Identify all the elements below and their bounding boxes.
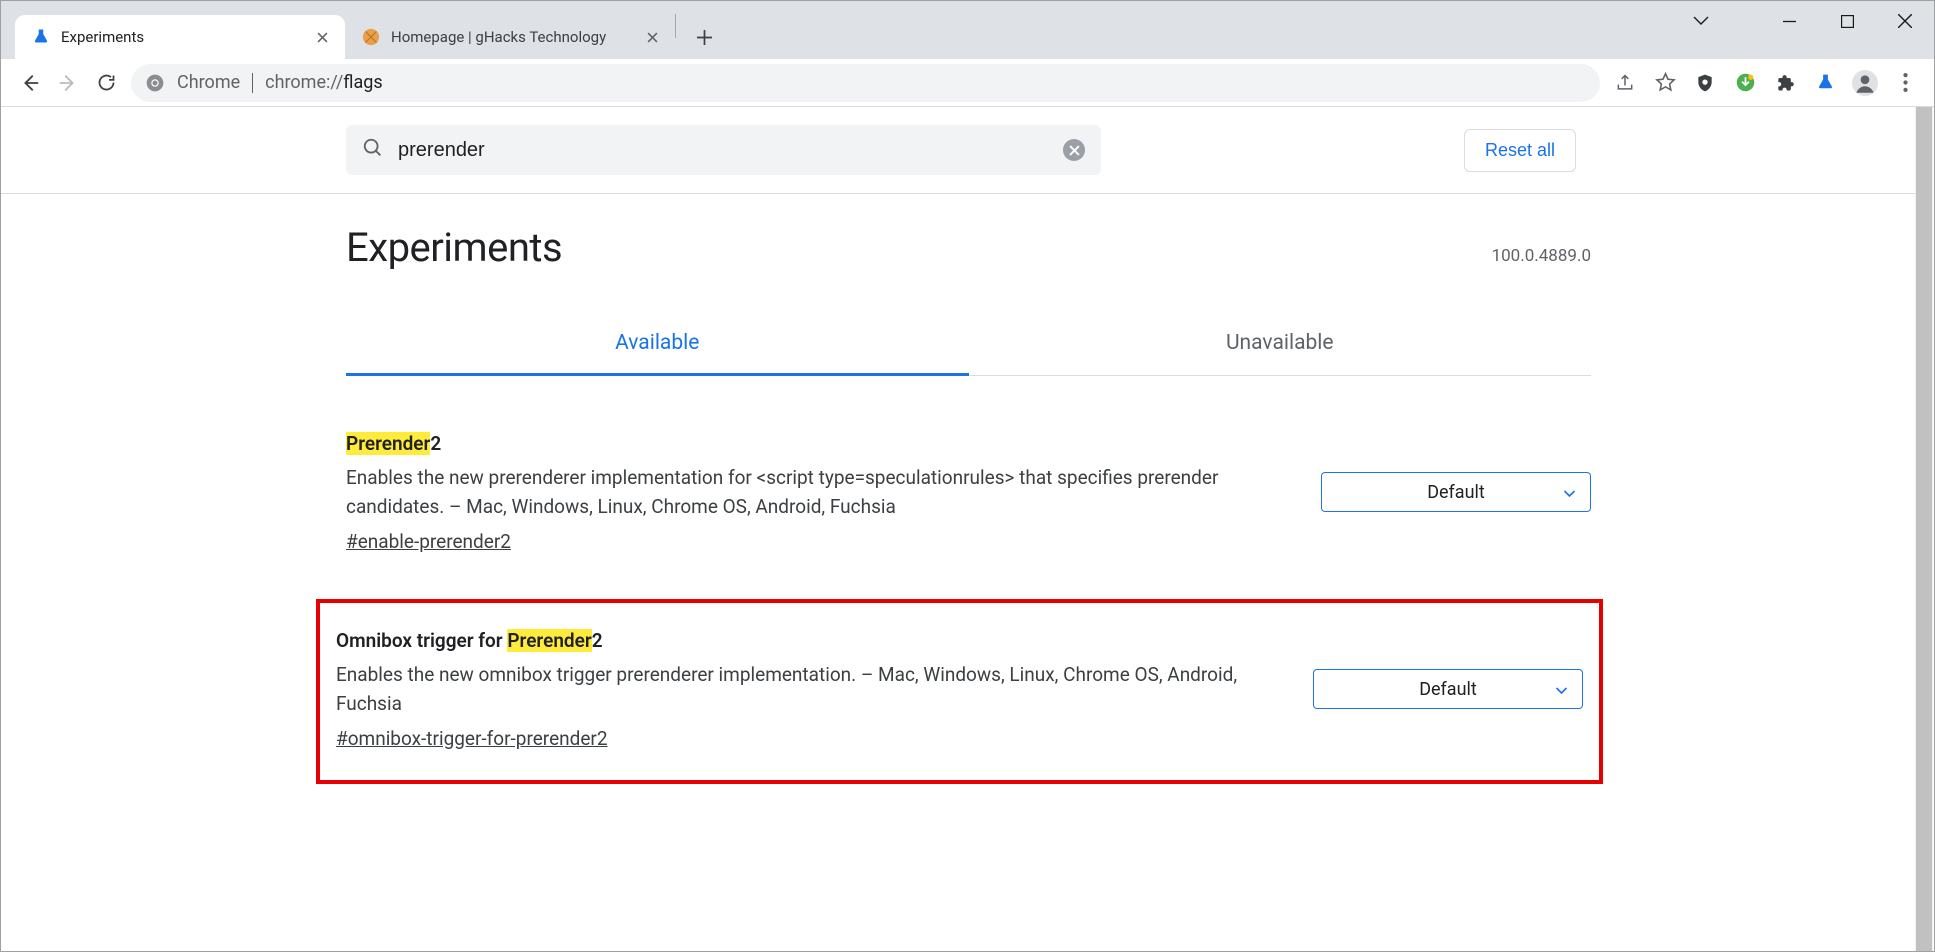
tab-separator bbox=[675, 14, 676, 38]
vertical-scrollbar[interactable] bbox=[1915, 107, 1933, 951]
flag-description: Enables the new omnibox trigger prerende… bbox=[336, 660, 1273, 719]
browser-toolbar: Chrome chrome://flags bbox=[1, 59, 1934, 107]
flag-item: Prerender2 Enables the new prerenderer i… bbox=[346, 406, 1591, 569]
chevron-down-icon bbox=[1555, 679, 1568, 700]
close-icon[interactable] bbox=[643, 28, 661, 46]
address-text: Chrome chrome://flags bbox=[177, 72, 383, 93]
chevron-down-icon bbox=[1563, 482, 1576, 503]
flag-title: Omnibox trigger for Prerender2 bbox=[336, 629, 1273, 652]
search-box[interactable] bbox=[346, 125, 1101, 175]
address-separator bbox=[252, 73, 253, 93]
page-title: Experiments bbox=[346, 224, 562, 271]
labs-flask-icon[interactable] bbox=[1806, 64, 1844, 102]
flag-tabs: Available Unavailable bbox=[346, 311, 1591, 376]
maximize-button[interactable] bbox=[1818, 1, 1876, 41]
extension-download-icon[interactable] bbox=[1726, 64, 1764, 102]
flag-hash-link[interactable]: #omnibox-trigger-for-prerender2 bbox=[336, 727, 608, 750]
tab-available[interactable]: Available bbox=[346, 311, 969, 375]
forward-button[interactable] bbox=[49, 64, 87, 102]
extension-shield-icon[interactable] bbox=[1686, 64, 1724, 102]
flag-dropdown-value: Default bbox=[1427, 482, 1485, 503]
url-scheme-label: Chrome bbox=[177, 72, 240, 93]
bookmark-star-icon[interactable] bbox=[1646, 64, 1684, 102]
page-viewport: Reset all Experiments 100.0.4889.0 Avail… bbox=[1, 107, 1934, 951]
tab-title: Experiments bbox=[61, 28, 305, 46]
window-controls bbox=[1672, 1, 1934, 41]
address-bar[interactable]: Chrome chrome://flags bbox=[131, 64, 1600, 102]
heading-row: Experiments 100.0.4889.0 bbox=[346, 224, 1591, 271]
reload-button[interactable] bbox=[87, 64, 125, 102]
flag-dropdown-value: Default bbox=[1419, 679, 1477, 700]
site-favicon bbox=[361, 27, 381, 47]
flag-description: Enables the new prerenderer implementati… bbox=[346, 463, 1281, 522]
flag-text: Omnibox trigger for Prerender2 Enables t… bbox=[336, 629, 1313, 750]
search-input[interactable] bbox=[398, 139, 1063, 162]
minimize-button[interactable] bbox=[1760, 1, 1818, 41]
version-text: 100.0.4889.0 bbox=[1492, 246, 1591, 266]
flags-topbar: Reset all bbox=[1, 107, 1916, 194]
flags-main: Experiments 100.0.4889.0 Available Unava… bbox=[346, 194, 1591, 784]
flag-text: Prerender2 Enables the new prerenderer i… bbox=[346, 432, 1321, 553]
url-path: chrome://flags bbox=[265, 72, 383, 93]
menu-kebab-icon[interactable] bbox=[1886, 64, 1924, 102]
chrome-icon bbox=[145, 73, 165, 93]
toolbar-actions bbox=[1606, 64, 1924, 102]
clear-search-button[interactable] bbox=[1063, 139, 1085, 161]
flag-item-highlighted: Omnibox trigger for Prerender2 Enables t… bbox=[316, 599, 1603, 784]
extensions-puzzle-icon[interactable] bbox=[1766, 64, 1804, 102]
search-icon bbox=[362, 137, 384, 163]
page-content: Reset all Experiments 100.0.4889.0 Avail… bbox=[1, 107, 1916, 951]
back-button[interactable] bbox=[11, 64, 49, 102]
share-icon[interactable] bbox=[1606, 64, 1644, 102]
profile-avatar-icon[interactable] bbox=[1846, 64, 1884, 102]
reset-all-button[interactable]: Reset all bbox=[1464, 129, 1576, 172]
tab-unavailable[interactable]: Unavailable bbox=[969, 311, 1592, 375]
scrollbar-thumb[interactable] bbox=[1916, 107, 1932, 951]
browser-tab-inactive[interactable]: Homepage | gHacks Technology bbox=[345, 15, 675, 59]
flag-dropdown[interactable]: Default bbox=[1313, 669, 1583, 709]
flag-title: Prerender2 bbox=[346, 432, 1281, 455]
browser-tab-strip: Experiments Homepage | gHacks Technology bbox=[1, 1, 1934, 59]
tab-search-button[interactable] bbox=[1672, 1, 1730, 41]
browser-tab-active[interactable]: Experiments bbox=[15, 15, 345, 59]
flask-icon bbox=[31, 27, 51, 47]
new-tab-button[interactable] bbox=[686, 19, 722, 55]
close-window-button[interactable] bbox=[1876, 1, 1934, 41]
flag-dropdown[interactable]: Default bbox=[1321, 472, 1591, 512]
tab-title: Homepage | gHacks Technology bbox=[391, 28, 635, 46]
close-icon[interactable] bbox=[313, 28, 331, 46]
flag-hash-link[interactable]: #enable-prerender2 bbox=[346, 530, 511, 553]
